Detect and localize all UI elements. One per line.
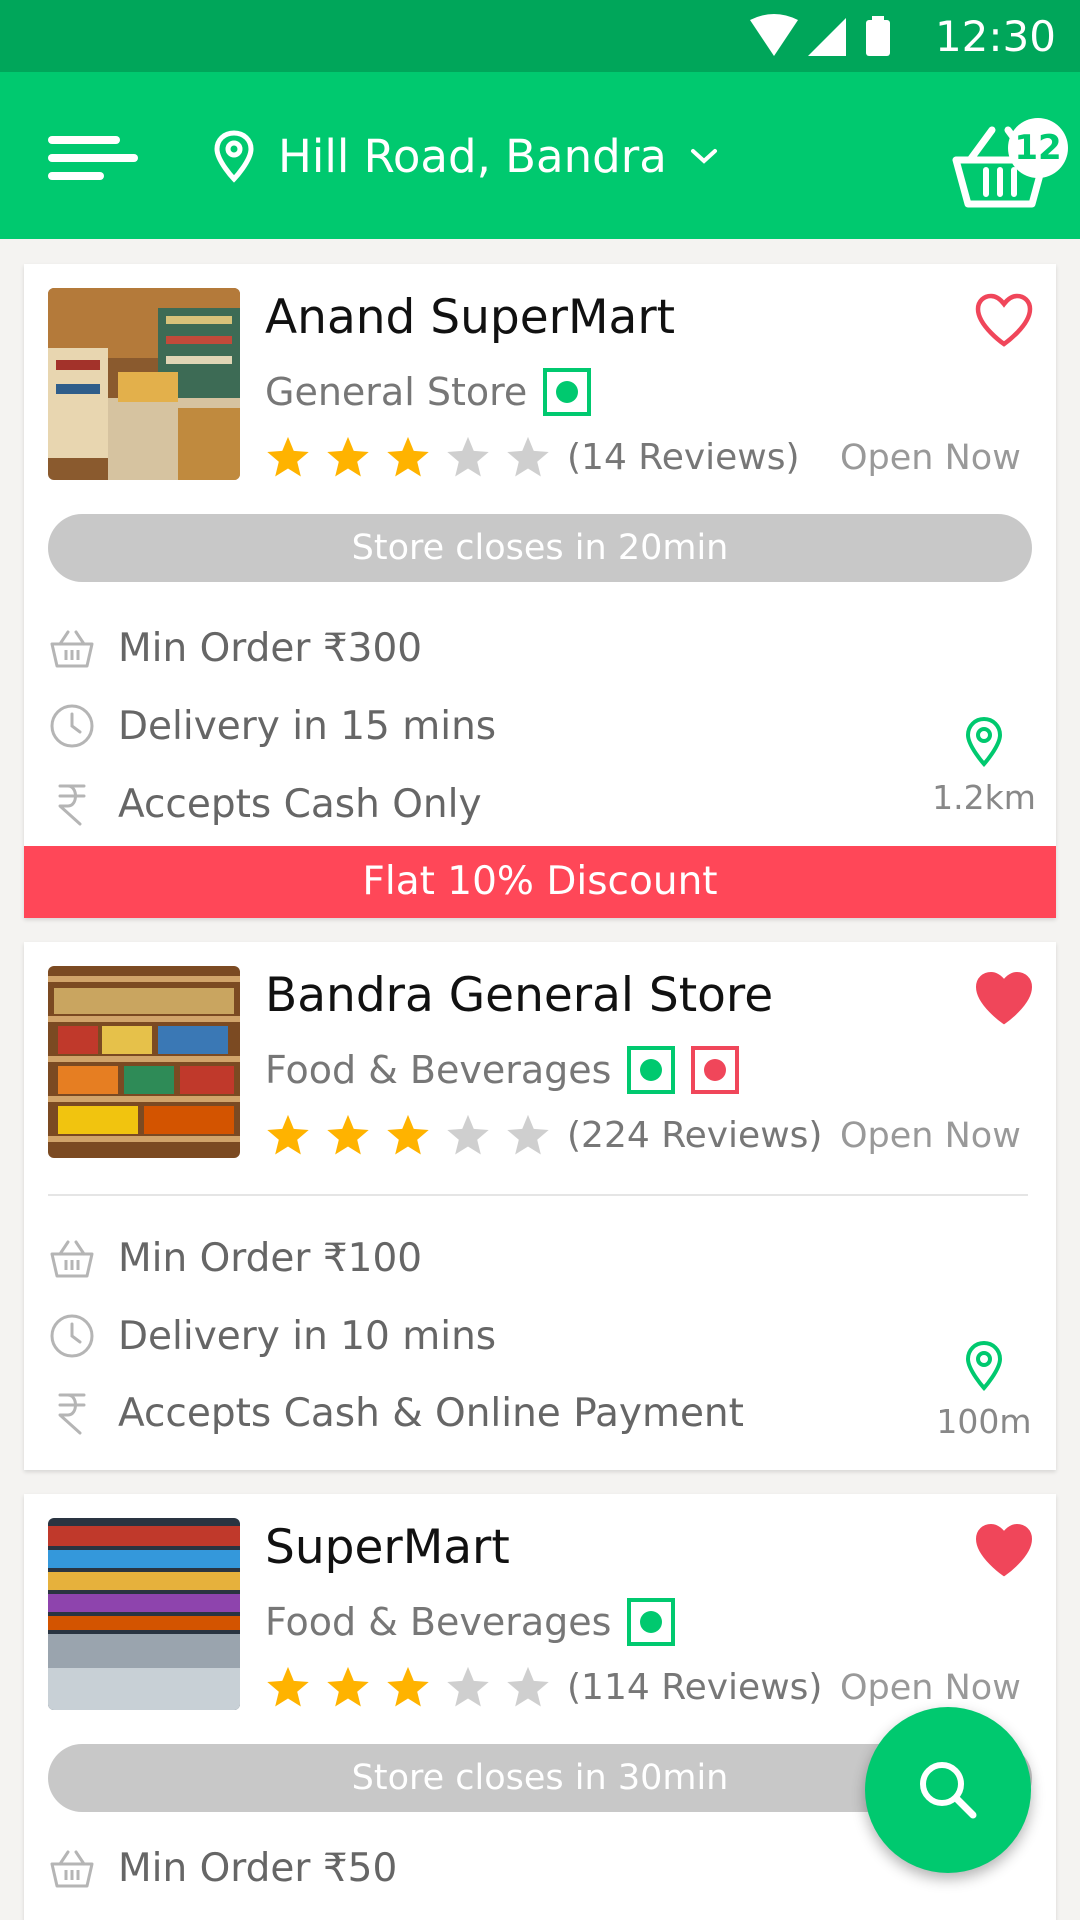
store-name: Anand SuperMart [265,290,676,345]
store-image [48,1518,240,1710]
delivery-text: Delivery in 15 mins [118,703,497,749]
search-fab-button[interactable] [865,1707,1031,1873]
store-card[interactable]: Anand SuperMart General Store (14 Review… [24,264,1056,918]
cart-button[interactable]: 12 [950,112,1068,222]
non-veg-badge-icon [691,1046,740,1094]
star-filled-icon [387,1114,429,1155]
map-pin-icon [214,130,254,183]
store-name: Bandra General Store [265,968,774,1023]
rupee-icon [58,1393,86,1435]
min-order-text: Min Order ₹100 [118,1235,423,1281]
divider [48,1194,1028,1196]
discount-banner: Flat 10% Discount [24,846,1056,918]
store-name: SuperMart [265,1520,510,1575]
review-count: (14 Reviews) [567,436,800,478]
delivery-text: Delivery in 10 mins [118,1313,497,1359]
star-empty-icon [507,1114,549,1155]
star-filled-icon [327,436,369,477]
veg-badge-icon [627,1598,676,1646]
open-status: Open Now [840,438,1021,478]
rating-stars: (114 Reviews) [265,1662,822,1712]
cart-count-badge: 12 [1008,118,1068,178]
distance: 1.2km [924,716,1044,817]
location-selector[interactable]: Hill Road, Bandra [212,124,719,188]
battery-icon [866,20,890,56]
closing-time-banner: Store closes in 20min [48,514,1032,582]
min-order-row: Min Order ₹100 [48,1228,422,1288]
status-icons [750,14,890,56]
rating-stars: (224 Reviews) [265,1110,822,1160]
store-image [48,966,240,1158]
store-image [48,288,240,480]
payment-row: Accepts Cash Only [48,774,482,834]
star-empty-icon [447,436,489,477]
signal-icon [808,18,846,56]
store-category: General Store [265,368,592,416]
heart-filled-icon[interactable] [974,1522,1034,1578]
search-icon [920,1762,977,1819]
star-filled-icon [387,1666,429,1707]
star-filled-icon [267,436,309,477]
heart-filled-icon[interactable] [974,970,1034,1026]
basket-icon [50,630,94,668]
star-filled-icon [327,1114,369,1155]
star-empty-icon [507,1666,549,1707]
map-pin-icon [965,716,1003,768]
category-label: General Store [265,370,528,414]
heart-outline-icon[interactable] [974,292,1034,348]
location-label: Hill Road, Bandra [278,129,667,183]
payment-text: Accepts Cash Only [118,781,482,827]
chevron-down-icon [690,149,717,164]
open-status: Open Now [840,1668,1021,1708]
review-count: (114 Reviews) [567,1666,823,1708]
clock-icon [50,704,94,748]
wifi-icon [750,14,798,56]
star-empty-icon [507,436,549,477]
store-category: Food & Beverages [265,1046,740,1094]
rupee-icon [58,784,86,826]
min-order-row: Min Order ₹50 [48,1838,397,1898]
star-filled-icon [267,1666,309,1707]
distance-text: 1.2km [932,778,1036,817]
app-bar: Hill Road, Bandra 12 [0,72,1080,239]
payment-row: Accepts Cash & Online Payment [48,1383,744,1443]
payment-text: Accepts Cash & Online Payment [118,1390,744,1436]
map-pin-icon [965,1340,1003,1392]
veg-badge-icon [627,1046,676,1094]
category-label: Food & Beverages [265,1600,612,1644]
delivery-row: Delivery in 10 mins [48,1306,496,1366]
review-count: (224 Reviews) [567,1114,823,1156]
veg-badge-icon [543,368,592,416]
hamburger-menu-icon[interactable] [48,130,138,186]
status-bar: 12:30 [0,0,1080,72]
min-order-text: Min Order ₹50 [118,1845,398,1891]
category-label: Food & Beverages [265,1048,612,1092]
open-status: Open Now [840,1116,1021,1156]
status-time: 12:30 [934,12,1056,61]
star-filled-icon [267,1114,309,1155]
basket-icon [50,1850,94,1888]
star-empty-icon [447,1114,489,1155]
rating-stars: (14 Reviews) [265,432,800,482]
store-category: Food & Beverages [265,1598,676,1646]
delivery-row: Delivery in 15 mins [48,696,496,756]
star-filled-icon [387,436,429,477]
distance-text: 100m [936,1402,1032,1441]
star-empty-icon [447,1666,489,1707]
store-card[interactable]: Bandra General Store Food & Beverages (2… [24,942,1056,1470]
clock-icon [50,1314,94,1358]
star-filled-icon [327,1666,369,1707]
basket-icon [50,1240,94,1278]
distance: 100m [924,1340,1044,1441]
min-order-text: Min Order ₹300 [118,625,423,671]
min-order-row: Min Order ₹300 [48,618,422,678]
